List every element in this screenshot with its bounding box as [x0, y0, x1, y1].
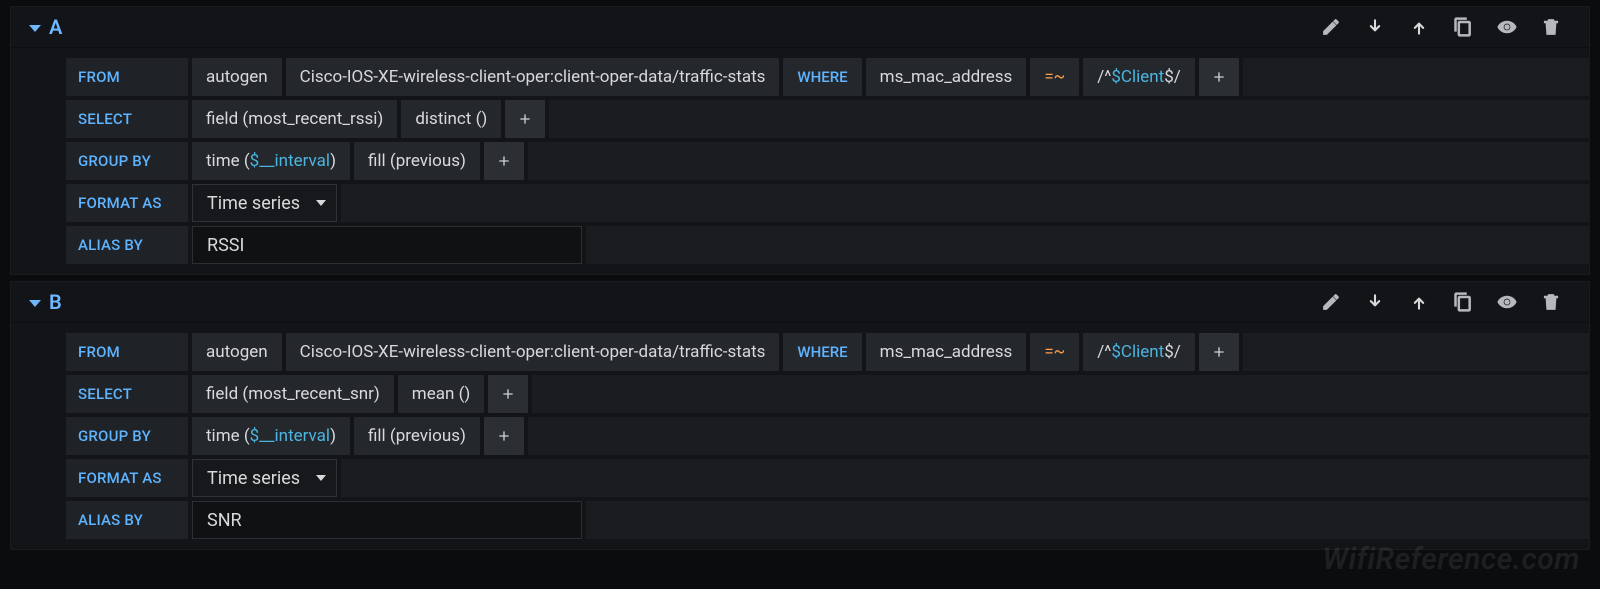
format-label: FORMAT AS — [66, 184, 188, 222]
plus-icon — [500, 386, 516, 402]
format-select[interactable]: Time series — [192, 184, 337, 222]
format-select[interactable]: Time series — [192, 459, 337, 497]
alias-input[interactable]: RSSI — [192, 226, 582, 264]
alias-label: ALIAS BY — [66, 226, 188, 264]
measurement[interactable]: Cisco-IOS-XE-wireless-client-oper:client… — [286, 58, 780, 96]
groupby-row: GROUP BY time ($__interval) fill (previo… — [66, 142, 1589, 180]
measurement[interactable]: Cisco-IOS-XE-wireless-client-oper:client… — [286, 333, 780, 371]
select-row: SELECT field (most_recent_rssi) distinct… — [66, 100, 1589, 138]
edit-icon[interactable] — [1321, 292, 1341, 312]
retention-policy[interactable]: autogen — [192, 333, 282, 371]
groupby-label: GROUP BY — [66, 417, 188, 455]
row-fill — [586, 226, 1589, 264]
row-fill — [341, 184, 1589, 222]
format-row: FORMAT AS Time series — [66, 459, 1589, 497]
format-label: FORMAT AS — [66, 459, 188, 497]
retention-policy[interactable]: autogen — [192, 58, 282, 96]
where-keyword[interactable]: WHERE — [783, 58, 861, 96]
where-operator[interactable]: =~ — [1030, 58, 1079, 96]
plus-icon — [496, 153, 512, 169]
delete-icon[interactable] — [1541, 17, 1561, 37]
plus-icon — [517, 111, 533, 127]
move-down-icon[interactable] — [1365, 292, 1385, 312]
where-value[interactable]: /^$Client$/ — [1083, 333, 1195, 371]
from-row: FROM autogen Cisco-IOS-XE-wireless-clien… — [66, 333, 1589, 371]
groupby-time[interactable]: time ($__interval) — [192, 142, 350, 180]
query-letter: B — [49, 290, 62, 314]
plus-icon — [1211, 69, 1227, 85]
groupby-row: GROUP BY time ($__interval) fill (previo… — [66, 417, 1589, 455]
delete-icon[interactable] — [1541, 292, 1561, 312]
select-label: SELECT — [66, 100, 188, 138]
groupby-time[interactable]: time ($__interval) — [192, 417, 350, 455]
groupby-label: GROUP BY — [66, 142, 188, 180]
select-add-button[interactable] — [505, 100, 545, 138]
duplicate-icon[interactable] — [1453, 17, 1473, 37]
select-label: SELECT — [66, 375, 188, 413]
groupby-fill[interactable]: fill (previous) — [354, 417, 480, 455]
edit-icon[interactable] — [1321, 17, 1341, 37]
plus-icon — [496, 428, 512, 444]
from-label: FROM — [66, 58, 188, 96]
alias-row: ALIAS BY RSSI — [66, 226, 1589, 264]
query-block-a: A FROM autogen Cisco-IOS-XE-wireless-cli… — [10, 6, 1590, 275]
row-fill — [1243, 58, 1589, 96]
select-aggregate[interactable]: mean () — [398, 375, 485, 413]
select-field[interactable]: field (most_recent_rssi) — [192, 100, 397, 138]
chevron-down-icon — [316, 475, 326, 481]
where-field[interactable]: ms_mac_address — [866, 58, 1027, 96]
groupby-add-button[interactable] — [484, 417, 524, 455]
duplicate-icon[interactable] — [1453, 292, 1473, 312]
from-label: FROM — [66, 333, 188, 371]
row-fill — [341, 459, 1589, 497]
watermark-text: WifiReference.com — [1323, 542, 1580, 577]
row-fill — [549, 100, 1589, 138]
from-row: FROM autogen Cisco-IOS-XE-wireless-clien… — [66, 58, 1589, 96]
row-fill — [1243, 333, 1589, 371]
move-down-icon[interactable] — [1365, 17, 1385, 37]
collapse-icon[interactable] — [29, 25, 41, 32]
move-up-icon[interactable] — [1409, 292, 1429, 312]
query-block-b: B FROM autogen Cisco-IOS-XE-wireless-cli… — [10, 281, 1590, 550]
groupby-fill[interactable]: fill (previous) — [354, 142, 480, 180]
move-up-icon[interactable] — [1409, 17, 1429, 37]
alias-label: ALIAS BY — [66, 501, 188, 539]
row-fill — [528, 142, 1589, 180]
row-fill — [532, 375, 1589, 413]
select-row: SELECT field (most_recent_snr) mean () — [66, 375, 1589, 413]
toggle-visibility-icon[interactable] — [1497, 292, 1517, 312]
select-add-button[interactable] — [488, 375, 528, 413]
where-field[interactable]: ms_mac_address — [866, 333, 1027, 371]
toggle-visibility-icon[interactable] — [1497, 17, 1517, 37]
where-keyword[interactable]: WHERE — [783, 333, 861, 371]
alias-input[interactable]: SNR — [192, 501, 582, 539]
query-header[interactable]: B — [11, 282, 1589, 323]
plus-icon — [1211, 344, 1227, 360]
query-letter: A — [49, 15, 62, 39]
where-operator[interactable]: =~ — [1030, 333, 1079, 371]
chevron-down-icon — [316, 200, 326, 206]
query-header[interactable]: A — [11, 7, 1589, 48]
select-field[interactable]: field (most_recent_snr) — [192, 375, 394, 413]
collapse-icon[interactable] — [29, 300, 41, 307]
select-aggregate[interactable]: distinct () — [401, 100, 501, 138]
alias-row: ALIAS BY SNR — [66, 501, 1589, 539]
row-fill — [528, 417, 1589, 455]
row-fill — [586, 501, 1589, 539]
where-add-button[interactable] — [1199, 333, 1239, 371]
where-value[interactable]: /^$Client$/ — [1083, 58, 1195, 96]
where-add-button[interactable] — [1199, 58, 1239, 96]
groupby-add-button[interactable] — [484, 142, 524, 180]
format-row: FORMAT AS Time series — [66, 184, 1589, 222]
